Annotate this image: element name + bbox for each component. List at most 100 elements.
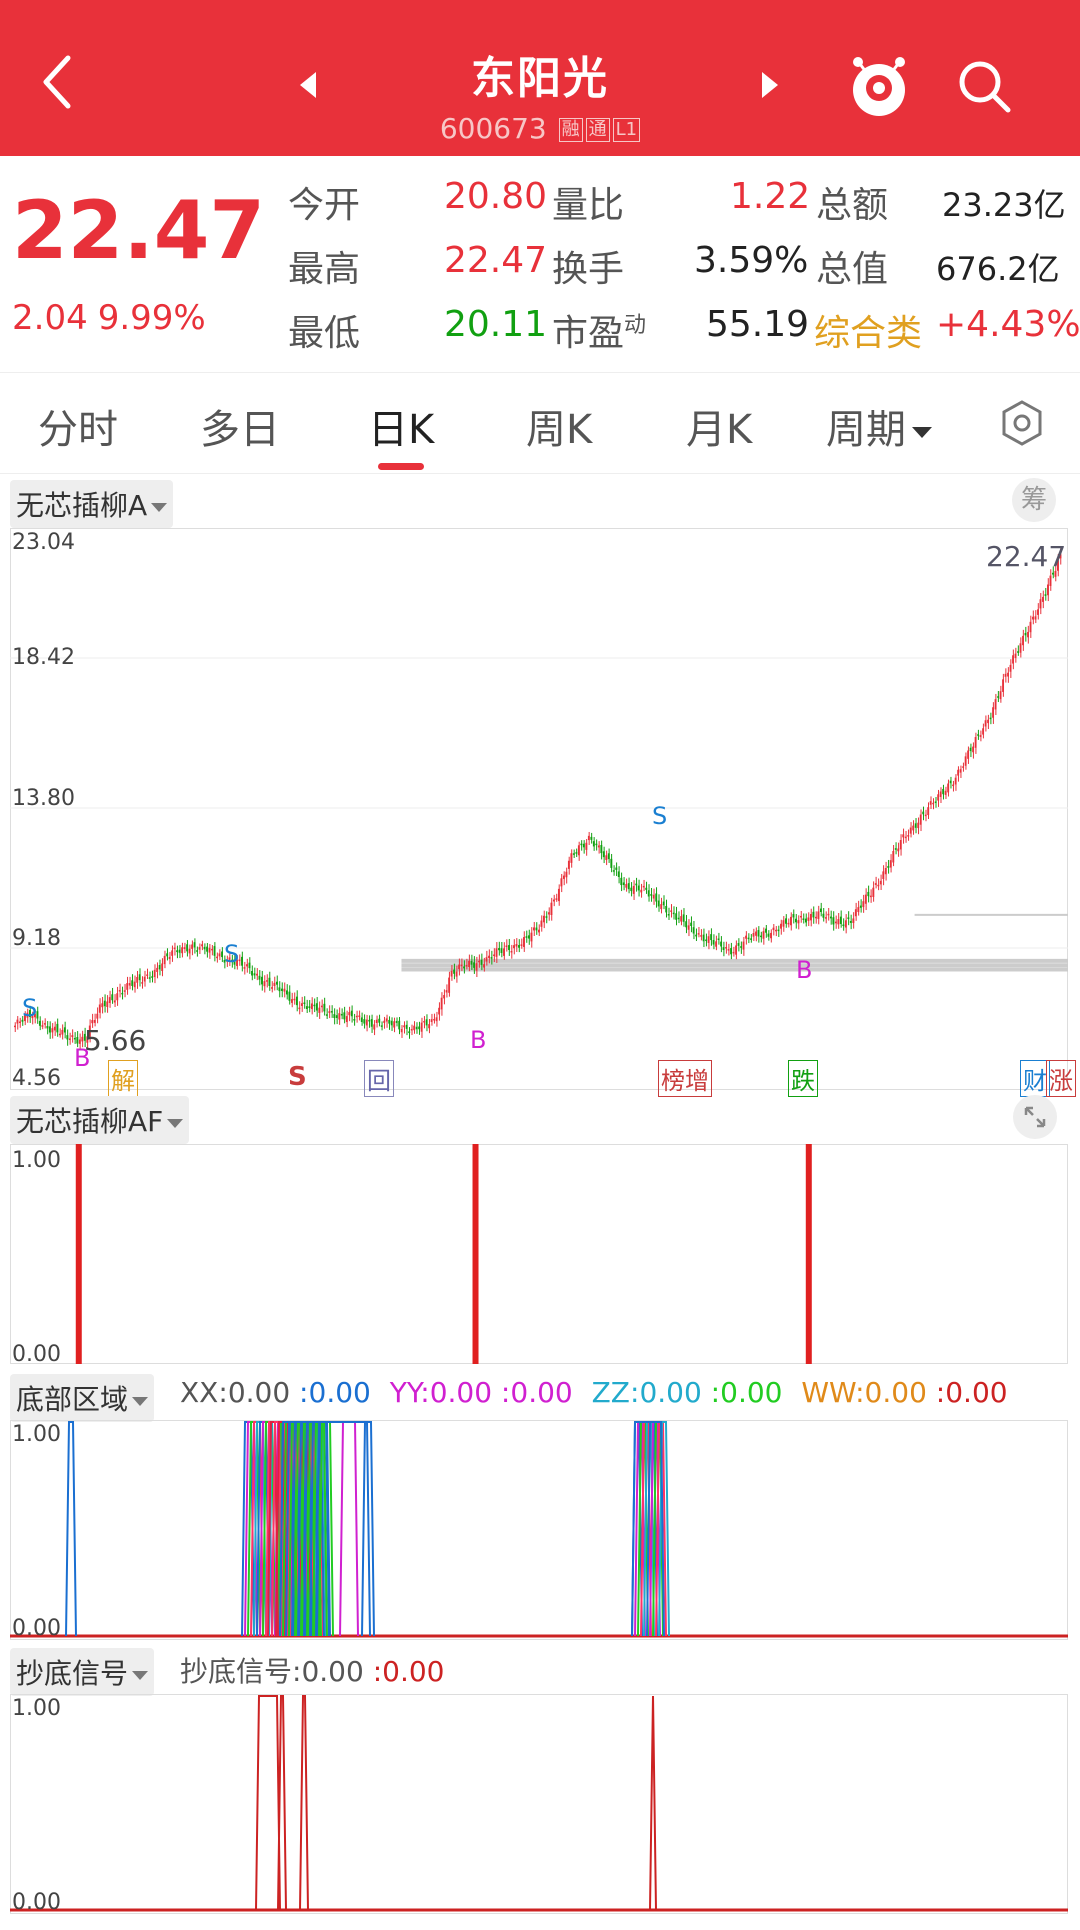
candle [455, 971, 458, 977]
bz-y-top: 1.00 [12, 1422, 61, 1447]
candle [580, 843, 583, 846]
candle [168, 956, 171, 960]
candle [800, 915, 802, 918]
candle [757, 930, 760, 937]
tab-monthly-k[interactable]: 月K [686, 397, 752, 455]
candle [460, 964, 463, 967]
turnover-amount-value: 23.23亿 [942, 186, 1066, 224]
tab-intraday[interactable]: 分时 [38, 397, 118, 455]
candle [597, 845, 600, 848]
candle [947, 783, 950, 793]
kline-chart[interactable] [10, 528, 1068, 1090]
event-sell[interactable]: S [288, 1062, 307, 1092]
candle [171, 950, 174, 956]
candle [206, 946, 209, 952]
candle [979, 735, 982, 737]
candle [106, 1001, 109, 1007]
candle [111, 994, 114, 1001]
candle [829, 916, 832, 919]
candle [617, 871, 620, 877]
candle [188, 948, 191, 954]
candle [802, 918, 805, 920]
candle [46, 1025, 49, 1029]
candle [630, 887, 633, 892]
indicator-selector-bottom-zone[interactable]: 底部区域 [10, 1374, 155, 1422]
candle [48, 1026, 51, 1033]
candle [475, 963, 478, 971]
candle [530, 932, 533, 942]
candle [76, 1036, 79, 1044]
indicator-selector-bottom-signal[interactable]: 抄底信号 [10, 1648, 155, 1696]
candle [183, 947, 186, 950]
indicator-selector-af[interactable]: 无芯插柳AF [10, 1096, 190, 1144]
candle [400, 1028, 403, 1033]
candle [435, 1017, 438, 1022]
candle [353, 1019, 356, 1021]
candle [914, 823, 917, 828]
candle [565, 871, 568, 878]
sector-link[interactable]: 综合类 [814, 304, 922, 356]
candle [834, 921, 837, 924]
candle [385, 1018, 388, 1022]
next-stock-icon[interactable] [758, 70, 782, 100]
candle [503, 948, 505, 956]
candle [198, 947, 201, 950]
candle [974, 737, 977, 748]
event-rank[interactable]: 榜增 [658, 1060, 712, 1097]
candle [922, 811, 925, 815]
settings-hexagon-icon[interactable] [998, 399, 1046, 447]
tab-daily-k[interactable]: 日K [368, 397, 435, 470]
candle [288, 991, 291, 1001]
indicator-af-label: 无芯插柳AF [16, 1105, 164, 1138]
candle [243, 967, 246, 969]
candle [839, 916, 842, 924]
candle [982, 728, 985, 735]
candle [610, 858, 613, 868]
candle [408, 1031, 411, 1034]
candle [827, 913, 830, 916]
af-y-top: 1.00 [12, 1148, 61, 1173]
candle [625, 884, 628, 888]
candle [53, 1026, 56, 1031]
candle [859, 905, 862, 908]
candle [258, 975, 261, 980]
candle [540, 920, 543, 927]
change-amount: 2.04 [12, 298, 88, 338]
candle [463, 966, 466, 969]
candle [468, 960, 471, 968]
candle [193, 942, 196, 948]
event-unlock[interactable]: 解 [108, 1060, 138, 1097]
candle [795, 918, 797, 923]
candle [116, 993, 119, 1001]
candle [904, 836, 907, 839]
indicator-selector-main[interactable]: 无芯插柳A [10, 480, 174, 528]
candle [557, 888, 560, 902]
candle [822, 913, 825, 918]
mascot-icon[interactable] [848, 54, 910, 120]
chip-distribution-button[interactable]: 筹 [1012, 478, 1056, 522]
market-cap-label: 总值 [816, 249, 889, 290]
event-drop[interactable]: 跌 [788, 1060, 818, 1097]
ww-value: 0.00 [864, 1376, 927, 1409]
candle [787, 922, 790, 925]
tab-multiday[interactable]: 多日 [200, 397, 280, 455]
event-limit-up[interactable]: 涨 [1046, 1060, 1076, 1097]
candle [645, 887, 648, 890]
candle [196, 950, 199, 952]
candle [528, 935, 530, 939]
tab-daily-k-label: 日K [368, 407, 435, 453]
candle [735, 945, 738, 955]
event-buyback[interactable]: 回 [364, 1060, 394, 1097]
turnover-rate-value: 3.59% [694, 240, 809, 281]
candle [211, 948, 214, 951]
candle [792, 914, 795, 918]
candle [398, 1020, 401, 1030]
search-icon[interactable] [956, 58, 1012, 114]
candle [121, 992, 124, 995]
expand-icon[interactable] [1012, 1094, 1058, 1140]
tab-period[interactable]: 周期 [826, 397, 932, 455]
candle [18, 1021, 21, 1024]
candle [727, 949, 730, 951]
tab-weekly-k[interactable]: 周K [526, 397, 592, 455]
candle [63, 1027, 66, 1033]
